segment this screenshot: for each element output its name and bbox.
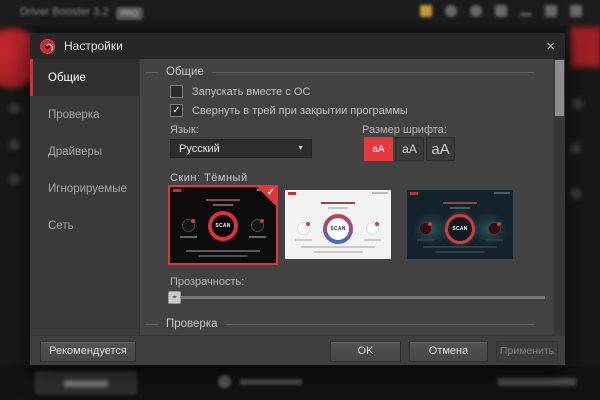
tray-label: Свернуть в трей при закрытии программы	[192, 104, 408, 117]
background-bottombar	[0, 366, 600, 400]
chevron-down-icon: ▼	[297, 145, 304, 152]
user-icon[interactable]	[445, 5, 457, 17]
dialog-header: Настройки ×	[30, 33, 565, 59]
language-label: Язык:	[170, 124, 199, 136]
home-icon	[218, 375, 231, 388]
scrollbar-thumb[interactable]	[555, 60, 564, 116]
autostart-checkbox-row[interactable]: ✓ Запускать вместе с ОС	[170, 85, 310, 98]
tray-checkbox-row[interactable]: ✓ Свернуть в трей при закрытии программы	[170, 104, 408, 117]
skin-thumbnail-navy[interactable]: SCAN	[407, 190, 513, 259]
background-titlebar: Driver Booster 3.2 PRO	[0, 0, 600, 26]
transparency-label: Прозрачность:	[170, 276, 245, 288]
sidebar-item-general[interactable]: Общие	[30, 59, 139, 96]
apply-button[interactable]: Применить	[496, 341, 558, 362]
minimize-icon[interactable]	[520, 13, 532, 16]
background-list-icon	[572, 98, 583, 109]
dialog-footer: Рекомендуется OK Отмена Применить	[30, 335, 565, 365]
background-list-icon	[570, 188, 581, 199]
background-list-icon	[9, 174, 20, 185]
transparency-slider-handle[interactable]: ◂▸	[168, 291, 181, 304]
cancel-button[interactable]: Отмена	[409, 341, 488, 362]
sidebar-item-network[interactable]: Сеть	[30, 207, 139, 244]
background-list-icon	[9, 103, 20, 114]
skin-label: Скин: Тёмный	[170, 172, 248, 184]
font-size-small-button[interactable]: aA	[364, 137, 393, 161]
font-size-group: aA aA aA	[364, 137, 455, 161]
language-value: Русский	[179, 142, 220, 155]
globe-icon[interactable]	[470, 5, 482, 17]
background-window-icons	[420, 5, 582, 17]
screen: Driver Booster 3.2 PRO Настройки × Общие…	[0, 0, 600, 400]
background-version-text	[240, 379, 302, 385]
autostart-label: Запускать вместе с ОС	[192, 85, 311, 98]
skin-thumbnail-dark[interactable]: SCAN ✓	[168, 185, 278, 265]
background-app-title: Driver Booster 3.2	[20, 6, 109, 18]
background-red-panel	[571, 27, 600, 67]
section-header-scan: Проверка	[140, 318, 542, 330]
section-header-general: Общие	[140, 66, 542, 78]
dialog-title: Настройки	[64, 39, 123, 53]
font-size-medium-button[interactable]: aA	[395, 137, 424, 161]
sidebar-item-ignored[interactable]: Игнорируемые	[30, 170, 139, 207]
ok-button[interactable]: OK	[330, 341, 401, 362]
font-size-large-button[interactable]: aA	[426, 137, 455, 161]
skin-thumbnail-light[interactable]: SCAN	[285, 190, 391, 259]
driver-booster-logo-icon	[40, 38, 55, 54]
background-list-icon	[570, 143, 581, 154]
transparency-slider-track[interactable]	[170, 296, 545, 299]
gift-icon[interactable]	[420, 5, 432, 17]
recommended-button[interactable]: Рекомендуется	[40, 341, 136, 362]
settings-sidebar: Общие Проверка Драйверы Игнорируемые Сет…	[30, 59, 140, 335]
dialog-close-icon[interactable]: ×	[546, 39, 555, 54]
menu-icon[interactable]	[495, 5, 507, 17]
background-link-text	[498, 378, 576, 386]
check-icon: ✓	[266, 187, 275, 198]
content-scrollbar[interactable]	[554, 59, 565, 335]
settings-content: Общие ✓ Запускать вместе с ОС ✓ Свернуть…	[140, 59, 565, 335]
close-window-icon[interactable]	[570, 5, 582, 17]
tray-checkbox[interactable]: ✓	[170, 104, 183, 117]
autostart-checkbox[interactable]: ✓	[170, 85, 183, 98]
background-bottom-button	[35, 372, 137, 394]
maximize-icon[interactable]	[545, 5, 557, 17]
language-dropdown[interactable]: Русский ▼	[170, 139, 312, 158]
sidebar-item-scan[interactable]: Проверка	[30, 96, 139, 133]
settings-dialog: Настройки × Общие Проверка Драйверы Игно…	[30, 33, 565, 365]
background-list-icon	[9, 139, 20, 150]
font-size-label: Размер шрифта:	[362, 124, 447, 136]
pro-badge: PRO	[116, 7, 143, 20]
sidebar-item-drivers[interactable]: Драйверы	[30, 133, 139, 170]
